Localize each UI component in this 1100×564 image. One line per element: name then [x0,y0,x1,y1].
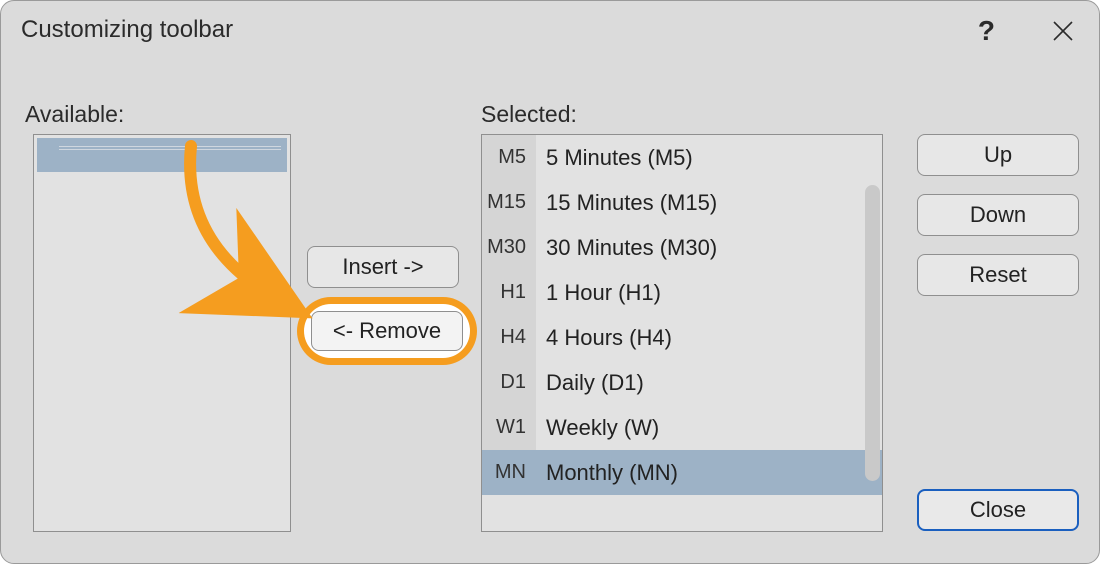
list-item-label: 4 Hours (H4) [536,325,882,351]
list-item-label: 5 Minutes (M5) [536,145,882,171]
available-listbox[interactable] [33,134,291,532]
list-item[interactable]: MNMonthly (MN) [482,450,882,495]
window-title: Customizing toolbar [21,16,233,44]
list-item[interactable]: D1Daily (D1) [482,360,882,405]
list-item[interactable]: W1Weekly (W) [482,405,882,450]
list-item-code: H4 [482,315,536,360]
list-item-label: 1 Hour (H1) [536,280,882,306]
list-item-code: M30 [482,225,536,270]
list-item-code: M5 [482,135,536,180]
up-button[interactable]: Up [917,134,1079,176]
list-item[interactable]: M1515 Minutes (M15) [482,180,882,225]
scrollbar[interactable] [865,185,880,481]
down-button[interactable]: Down [917,194,1079,236]
selected-label: Selected: [481,101,577,128]
list-item-label: 30 Minutes (M30) [536,235,882,261]
list-item[interactable]: M3030 Minutes (M30) [482,225,882,270]
list-item-code: MN [482,450,536,495]
selected-listbox[interactable]: M55 Minutes (M5)M1515 Minutes (M15)M3030… [481,134,883,532]
list-item[interactable]: M55 Minutes (M5) [482,135,882,180]
remove-button-highlight: <- Remove [297,297,477,365]
list-item-code: W1 [482,405,536,450]
dialog-window: Customizing toolbar ? Available: Selecte… [0,0,1100,564]
list-item-code: M15 [482,180,536,225]
help-icon[interactable]: ? [978,15,995,47]
list-item-label: Weekly (W) [536,415,882,441]
reset-button[interactable]: Reset [917,254,1079,296]
separator-icon [59,146,281,150]
remove-button[interactable]: <- Remove [311,311,463,351]
available-label: Available: [25,101,124,128]
close-icon[interactable] [1051,19,1075,43]
titlebar: Customizing toolbar ? [1,1,1099,59]
list-item-code: H1 [482,270,536,315]
available-empty-selected-row[interactable] [37,138,287,172]
insert-button[interactable]: Insert -> [307,246,459,288]
close-button[interactable]: Close [917,489,1079,531]
remove-button-highlight-inner: <- Remove [304,304,470,358]
list-item-code: D1 [482,360,536,405]
list-item[interactable]: H11 Hour (H1) [482,270,882,315]
list-item[interactable]: H44 Hours (H4) [482,315,882,360]
list-item-label: Daily (D1) [536,370,882,396]
list-item-label: 15 Minutes (M15) [536,190,882,216]
list-item-label: Monthly (MN) [536,460,882,486]
